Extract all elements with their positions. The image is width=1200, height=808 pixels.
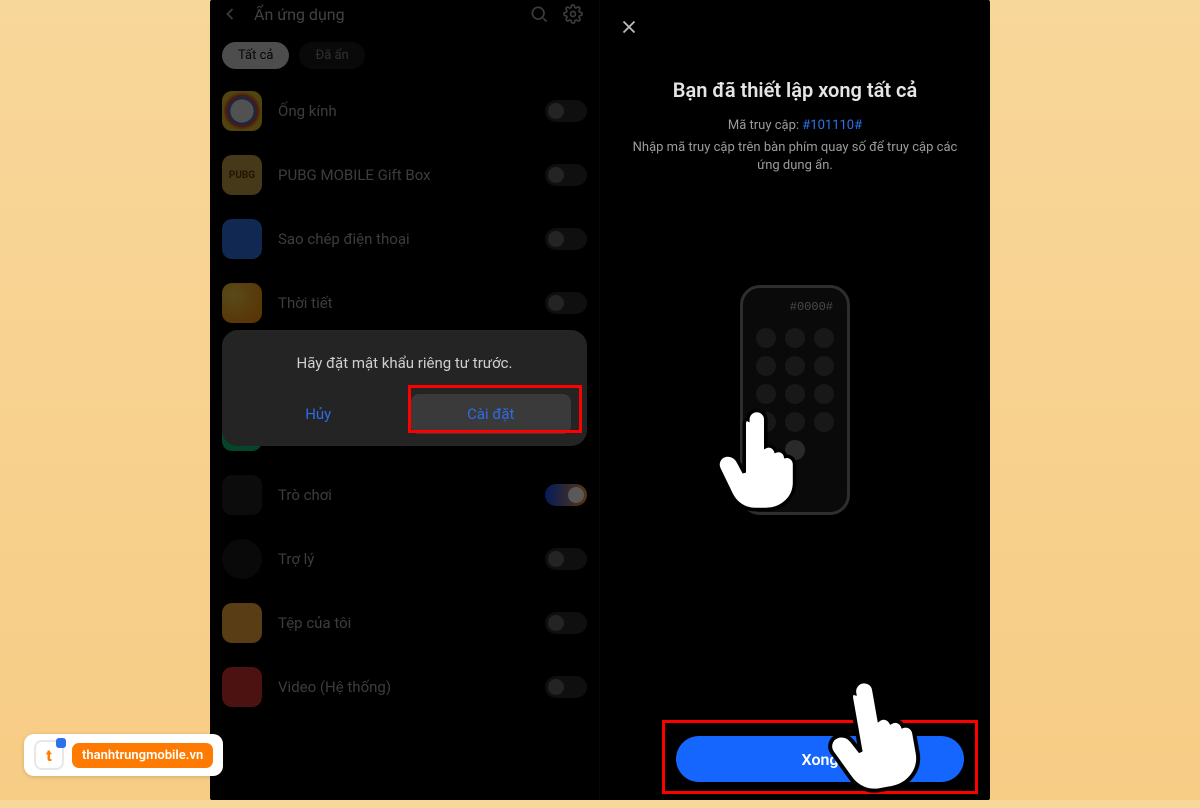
- app-label: Thời tiết: [278, 294, 529, 312]
- app-toggle[interactable]: [545, 164, 587, 186]
- app-toggle[interactable]: [545, 228, 587, 250]
- settings-icon[interactable]: [563, 4, 583, 24]
- app-label: Trợ lý: [278, 550, 529, 568]
- app-icon: [222, 603, 262, 643]
- app-row: PUBG PUBG MOBILE Gift Box: [222, 143, 587, 207]
- app-row: Trợ lý: [222, 527, 587, 591]
- done-button[interactable]: Xong: [676, 736, 964, 782]
- app-toggle[interactable]: [545, 676, 587, 698]
- close-icon[interactable]: [618, 16, 640, 38]
- app-label: Sao chép điện thoại: [278, 230, 529, 248]
- access-code-line: Mã truy cập: #101110#: [600, 118, 990, 133]
- app-label: Video (Hệ thống): [278, 678, 529, 696]
- app-row: Video (Hệ thống): [222, 655, 587, 719]
- chip-hidden[interactable]: Đã ẩn: [299, 42, 364, 69]
- privacy-password-modal: Hãy đặt mật khẩu riêng tư trước. Hủy Cài…: [222, 330, 587, 446]
- app-row: Trò chơi: [222, 463, 587, 527]
- dialer-display: #0000#: [743, 288, 847, 320]
- app-row: Thời tiết: [222, 271, 587, 335]
- app-icon: [222, 539, 262, 579]
- modal-message: Hãy đặt mật khẩu riêng tư trước.: [238, 354, 571, 372]
- app-icon: [222, 91, 262, 131]
- app-row: Ống kính: [222, 79, 587, 143]
- app-row: Sao chép điện thoại: [222, 207, 587, 271]
- app-icon: [222, 283, 262, 323]
- code-label: Mã truy cập:: [728, 118, 802, 133]
- instruction-text: Nhập mã truy cập trên bàn phím quay số đ…: [630, 139, 960, 175]
- search-icon[interactable]: [529, 4, 549, 24]
- app-toggle[interactable]: [545, 100, 587, 122]
- watermark-text: thanhtrungmobile.vn: [72, 743, 213, 768]
- app-toggle[interactable]: [545, 292, 587, 314]
- dialer-illustration: #0000#: [740, 285, 850, 515]
- cancel-button[interactable]: Hủy: [238, 394, 399, 434]
- setup-complete-title: Bạn đã thiết lập xong tất cả: [600, 78, 990, 102]
- highlight-box: [408, 385, 582, 433]
- app-icon: [222, 475, 262, 515]
- app-toggle[interactable]: [545, 612, 587, 634]
- app-toggle[interactable]: [545, 484, 587, 506]
- left-header: Ẩn ứng dụng: [210, 0, 599, 28]
- filter-chips: Tất cả Đã ẩn: [210, 28, 599, 79]
- app-label: PUBG MOBILE Gift Box: [278, 166, 529, 184]
- page-title: Ẩn ứng dụng: [254, 5, 515, 24]
- app-toggle[interactable]: [545, 548, 587, 570]
- app-icon: [222, 667, 262, 707]
- back-icon[interactable]: [220, 4, 240, 24]
- app-label: Trò chơi: [278, 486, 529, 504]
- app-label: Ống kính: [278, 102, 529, 120]
- app-icon: [222, 219, 262, 259]
- chip-all[interactable]: Tất cả: [222, 42, 289, 69]
- watermark: t thanhtrungmobile.vn: [24, 734, 223, 776]
- app-label: Tệp của tôi: [278, 614, 529, 632]
- app-icon: PUBG: [222, 155, 262, 195]
- access-code: #101110#: [802, 118, 862, 133]
- app-row: Tệp của tôi: [222, 591, 587, 655]
- watermark-logo: t: [34, 740, 64, 770]
